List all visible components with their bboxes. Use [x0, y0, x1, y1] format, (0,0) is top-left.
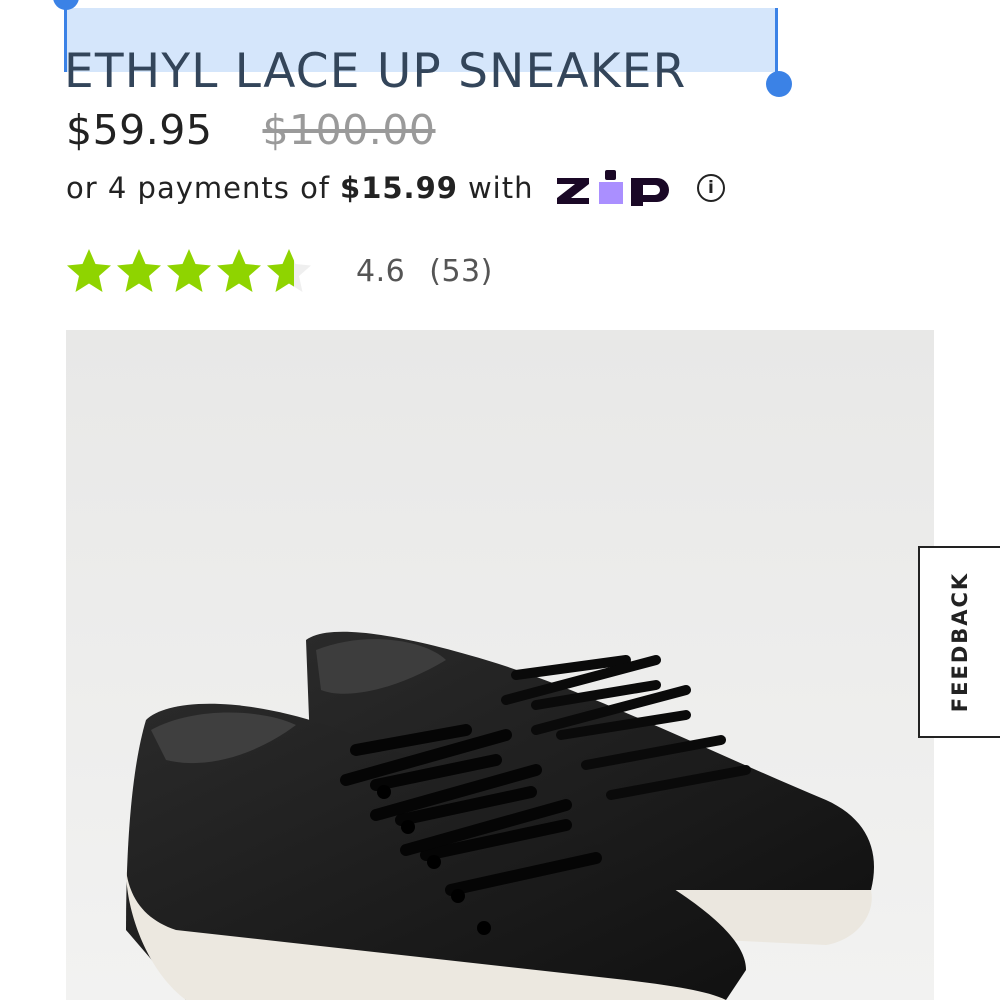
product-image[interactable]	[66, 330, 934, 1000]
installment-prefix: or 4 payments of	[66, 171, 331, 205]
star-icon	[67, 249, 111, 292]
rating-summary: 4.6 (53)	[356, 254, 493, 289]
partial-star-icon	[267, 249, 311, 292]
star-rating	[64, 246, 314, 296]
star-icon	[217, 249, 261, 292]
product-title: ETHYL LACE UP SNEAKER	[64, 44, 687, 100]
info-icon[interactable]: i	[697, 174, 726, 202]
selection-end-handle[interactable]	[766, 71, 792, 97]
price-row: $59.95 $100.00	[66, 100, 436, 160]
original-price: $100.00	[262, 106, 436, 154]
feedback-label: FEEDBACK	[948, 571, 973, 713]
sale-price: $59.95	[66, 106, 213, 154]
zip-logo	[555, 168, 675, 208]
rating-value: 4.6	[356, 253, 406, 289]
star-icon	[167, 249, 211, 292]
feedback-tab[interactable]: FEEDBACK	[918, 546, 1000, 738]
installment-amount: $15.99	[340, 171, 458, 205]
installment-suffix: with	[467, 171, 534, 205]
star-icon	[117, 249, 161, 292]
installment-row: or 4 payments of $15.99 with i	[66, 166, 726, 210]
rating-row[interactable]: 4.6 (53)	[64, 246, 493, 296]
selection-end-line	[775, 8, 778, 80]
review-count[interactable]: (53)	[429, 254, 493, 289]
